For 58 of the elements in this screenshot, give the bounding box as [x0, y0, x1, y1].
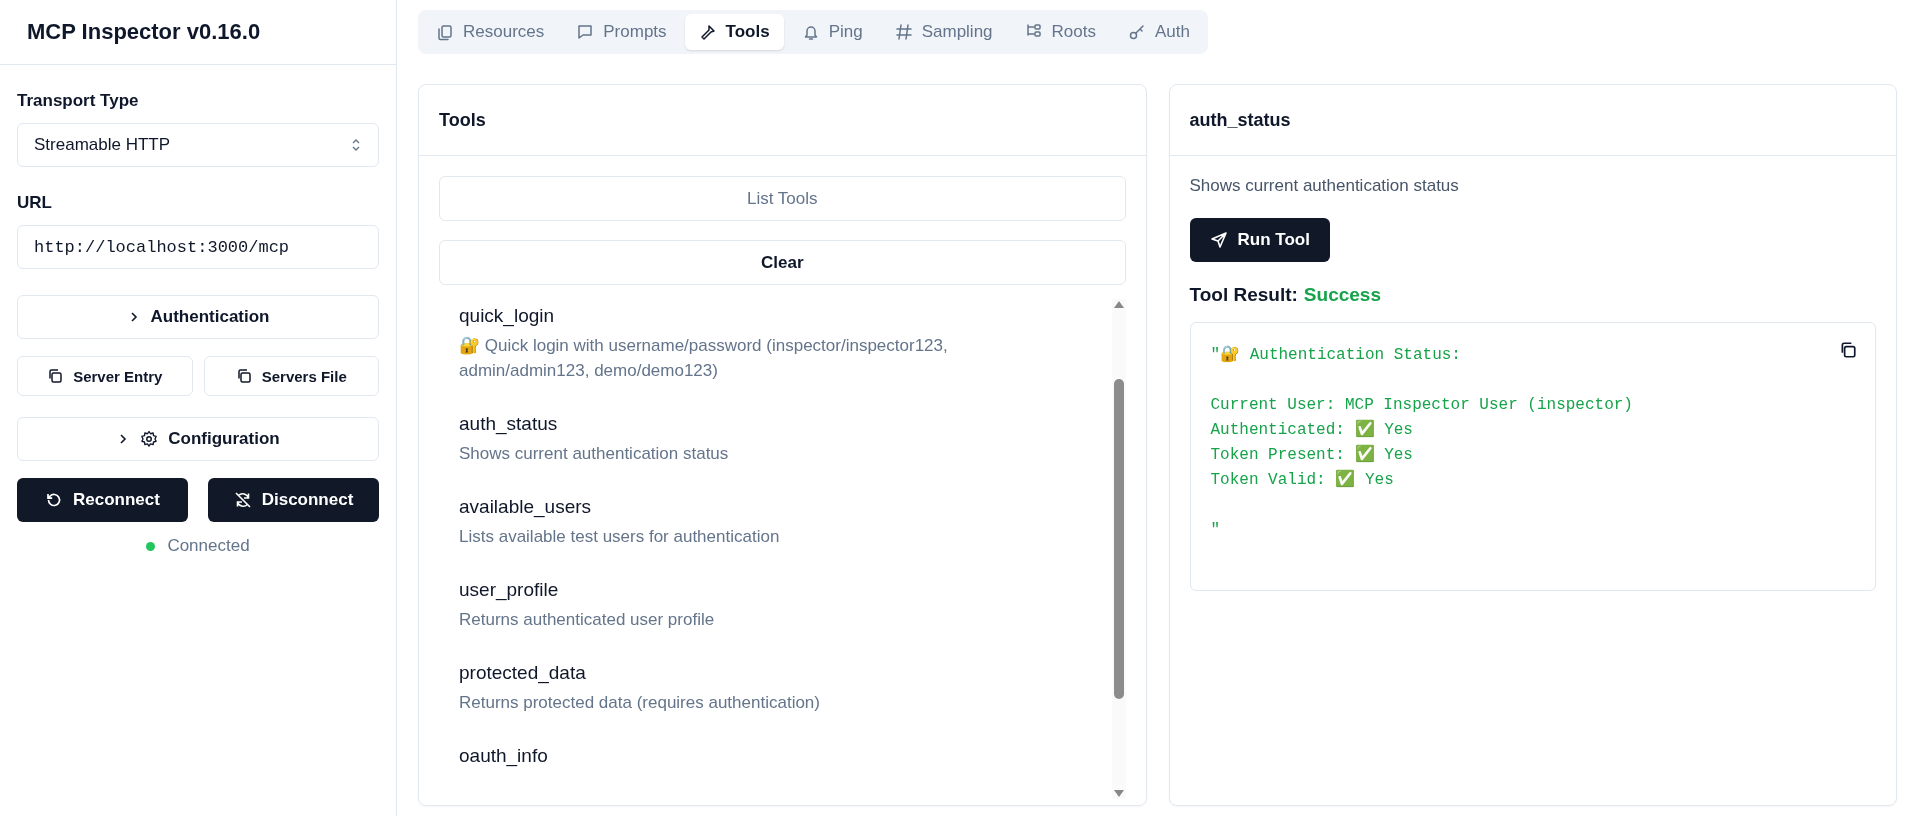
authentication-toggle[interactable]: Authentication — [17, 295, 379, 339]
tool-name[interactable]: quick_login — [459, 305, 1092, 327]
tab[interactable]: Ping — [787, 14, 877, 50]
copy-icon — [47, 368, 64, 384]
transport-select[interactable]: Streamable HTTP — [17, 123, 379, 167]
tool-description: 🔐 Quick login with username/password (inspector/inspector123, admin/admin123, demo/demo123) — [459, 335, 949, 382]
tab-icon — [576, 23, 595, 41]
connection-status: Connected — [167, 536, 250, 556]
result-line: Token Present: ✅ Yes — [1210, 443, 1413, 466]
field-label: URL — [17, 193, 53, 213]
chevron-updown-icon — [350, 137, 362, 153]
tool-description: Shows current authentication status — [459, 443, 730, 465]
clear-button[interactable]: Clear — [439, 240, 1126, 285]
tab[interactable]: Resources — [422, 14, 559, 50]
reconnect-button[interactable]: Reconnect — [17, 478, 188, 522]
tool-name[interactable]: protected_data — [459, 662, 1092, 684]
tool-description: Shows current authentication status — [1189, 176, 1460, 196]
run-tool-button[interactable]: Run Tool — [1189, 218, 1330, 262]
result-line: Token Valid: ✅ Yes — [1210, 468, 1394, 491]
tab-icon — [698, 23, 717, 41]
result-line: "🔐 Authentication Status: — [1210, 344, 1461, 366]
scrollbar[interactable] — [1111, 299, 1126, 799]
result-line: Authenticated: ✅ Yes — [1210, 418, 1413, 441]
panel-title: auth_status — [1189, 109, 1291, 131]
tab[interactable]: Roots — [1010, 14, 1110, 50]
configuration-toggle[interactable]: Configuration — [17, 417, 379, 461]
tab[interactable]: Auth — [1113, 14, 1204, 50]
result-line: Current User: MCP Inspector User (inspector) — [1210, 395, 1633, 416]
result-line: " — [1210, 520, 1221, 541]
scroll-up-icon[interactable] — [1112, 299, 1125, 309]
copy-icon — [235, 368, 252, 384]
copy-button[interactable]: Servers File — [203, 356, 379, 396]
tab-icon — [436, 23, 454, 41]
tab[interactable]: Sampling — [880, 14, 1007, 50]
tab-icon — [1127, 23, 1146, 41]
tool-description: Lists available test users for authentication — [459, 526, 781, 548]
tool-description: Returns authenticated user profile — [459, 609, 716, 631]
tool-name[interactable]: oauth_info — [459, 745, 1092, 767]
tool-name[interactable]: auth_status — [459, 413, 1092, 435]
tab[interactable]: Tools — [684, 14, 784, 50]
tool-description: Returns protected data (requires authentication) — [459, 692, 821, 714]
scroll-down-icon[interactable] — [1112, 789, 1125, 799]
tab[interactable]: Prompts — [562, 14, 681, 50]
app-title: MCP Inspector v0.16.0 — [27, 19, 261, 45]
settings-icon — [140, 430, 159, 448]
tool-name[interactable]: user_profile — [459, 579, 1092, 601]
copy-button[interactable]: Server Entry — [17, 356, 193, 396]
url-input[interactable]: http://localhost:3000/mcp — [17, 225, 379, 269]
field-label: Transport Type — [17, 91, 140, 111]
tab-icon — [894, 23, 913, 41]
tool-name[interactable]: available_users — [459, 496, 1092, 518]
result-status: Success — [1303, 284, 1381, 306]
copy-icon[interactable] — [1839, 341, 1857, 359]
send-icon — [1209, 231, 1228, 249]
panel-title: Tools — [439, 109, 486, 131]
disconnect-button[interactable]: Disconnect — [208, 478, 379, 522]
refresh-off-icon — [233, 491, 252, 509]
result-label: Tool Result: — [1189, 284, 1298, 306]
